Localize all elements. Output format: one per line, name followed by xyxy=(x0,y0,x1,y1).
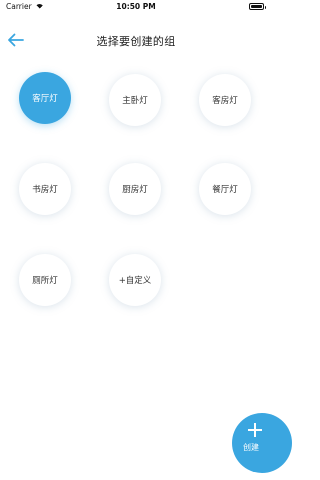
create-button[interactable]: 创建 xyxy=(232,413,292,473)
group-item-label: 客厅灯 xyxy=(32,94,58,104)
group-item-bathroom[interactable]: 厕所灯 xyxy=(19,254,71,306)
group-item-kitchen[interactable]: 厨房灯 xyxy=(109,163,161,215)
group-item-study[interactable]: 书房灯 xyxy=(19,163,71,215)
group-item-guest-room[interactable]: 客房灯 xyxy=(199,74,251,126)
group-item-label: 厨房灯 xyxy=(122,185,148,195)
group-item-label: 厕所灯 xyxy=(32,276,58,286)
group-item-label: 餐厅灯 xyxy=(212,185,238,195)
status-bar: Carrier 10:50 PM xyxy=(0,0,272,14)
group-item-label: 客房灯 xyxy=(212,96,238,106)
group-item-dining-room[interactable]: 餐厅灯 xyxy=(199,163,251,215)
battery-icon xyxy=(249,3,266,10)
plus-icon xyxy=(248,423,262,437)
group-item-label: 书房灯 xyxy=(32,185,58,195)
nav-bar: 选择要创建的组 xyxy=(0,24,272,56)
group-item-label: +自定义 xyxy=(118,276,152,286)
group-item-living-room[interactable]: 客厅灯 xyxy=(19,72,71,124)
create-button-label: 创建 xyxy=(243,443,259,452)
page-title: 选择要创建的组 xyxy=(96,35,176,48)
group-item-label: 主卧灯 xyxy=(122,96,148,106)
group-item-master-bedroom[interactable]: 主卧灯 xyxy=(109,74,161,126)
status-time: 10:50 PM xyxy=(116,2,156,11)
group-item-custom[interactable]: +自定义 xyxy=(109,254,161,306)
